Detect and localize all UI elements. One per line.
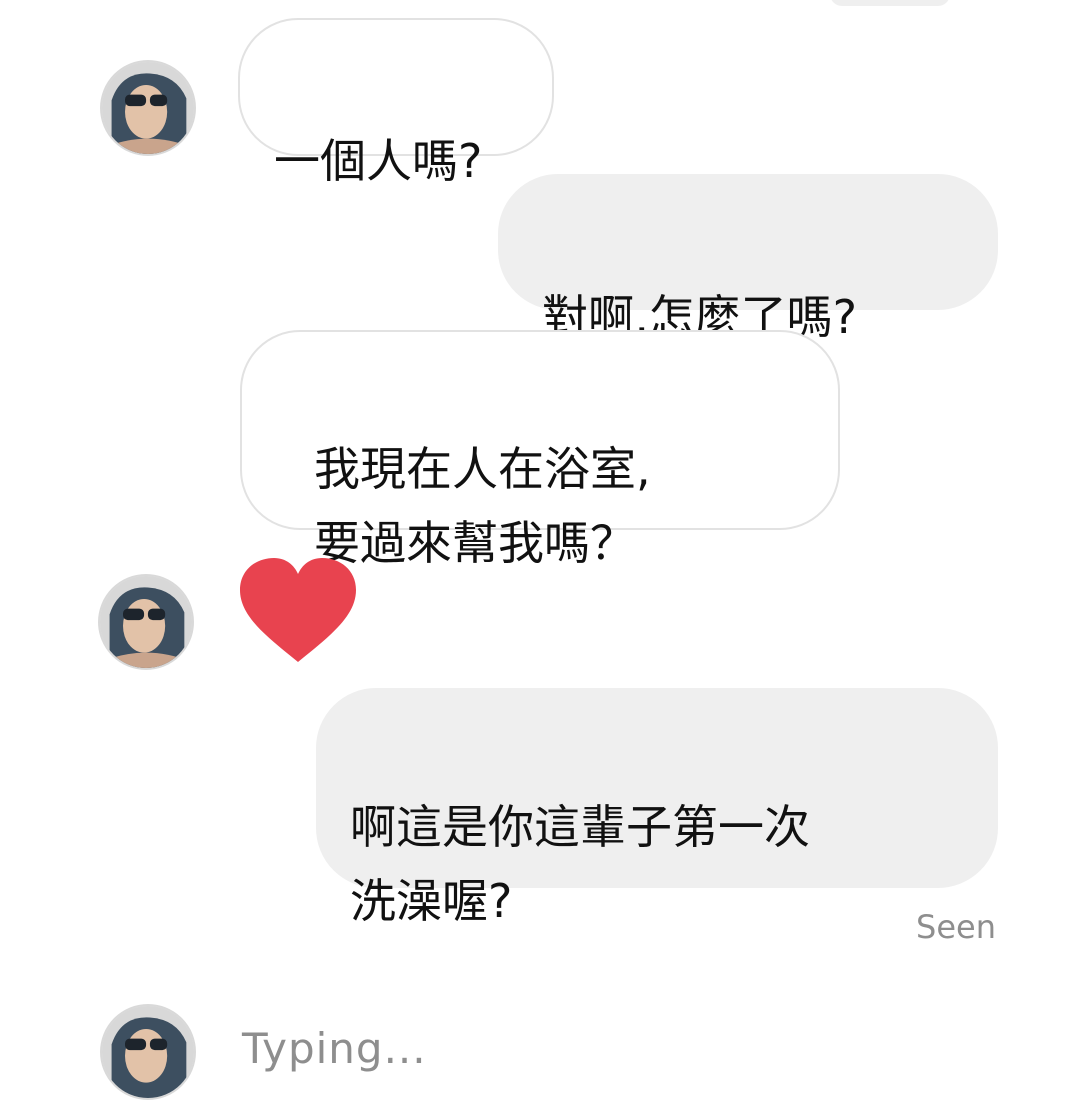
message-bubble-outgoing[interactable]: 對啊,怎麼了嗎? — [498, 174, 998, 344]
message-text: 我現在人在浴室, 要過來幫我嗎？ — [314, 442, 651, 570]
message-bubble-outgoing[interactable]: 啊這是你這輩子第一次 洗澡喔? — [316, 688, 998, 928]
contact-avatar[interactable] — [98, 574, 194, 670]
message-bubble-incoming[interactable]: 一個人嗎? — [238, 18, 554, 188]
message-bubble-incoming[interactable]: 我現在人在浴室, 要過來幫我嗎？ — [240, 330, 840, 570]
message-text: 一個人嗎? — [274, 134, 483, 188]
heart-icon[interactable] — [236, 556, 360, 666]
message-text: 啊這是你這輩子第一次 洗澡喔? — [350, 800, 810, 928]
avatar-photo — [102, 1006, 194, 1098]
previous-message-bubble-edge — [830, 0, 950, 6]
seen-indicator: Seen — [916, 908, 996, 946]
contact-avatar[interactable] — [100, 60, 196, 156]
chat-thread: 一個人嗎? 對啊,怎麼了嗎? 我現在人在浴室, 要過來幫我嗎？ 啊這是你這輩子第… — [0, 0, 1080, 1100]
contact-avatar[interactable] — [100, 1004, 196, 1100]
avatar-photo — [100, 576, 192, 668]
avatar-photo — [102, 62, 194, 154]
typing-indicator: Typing... — [242, 1024, 427, 1073]
